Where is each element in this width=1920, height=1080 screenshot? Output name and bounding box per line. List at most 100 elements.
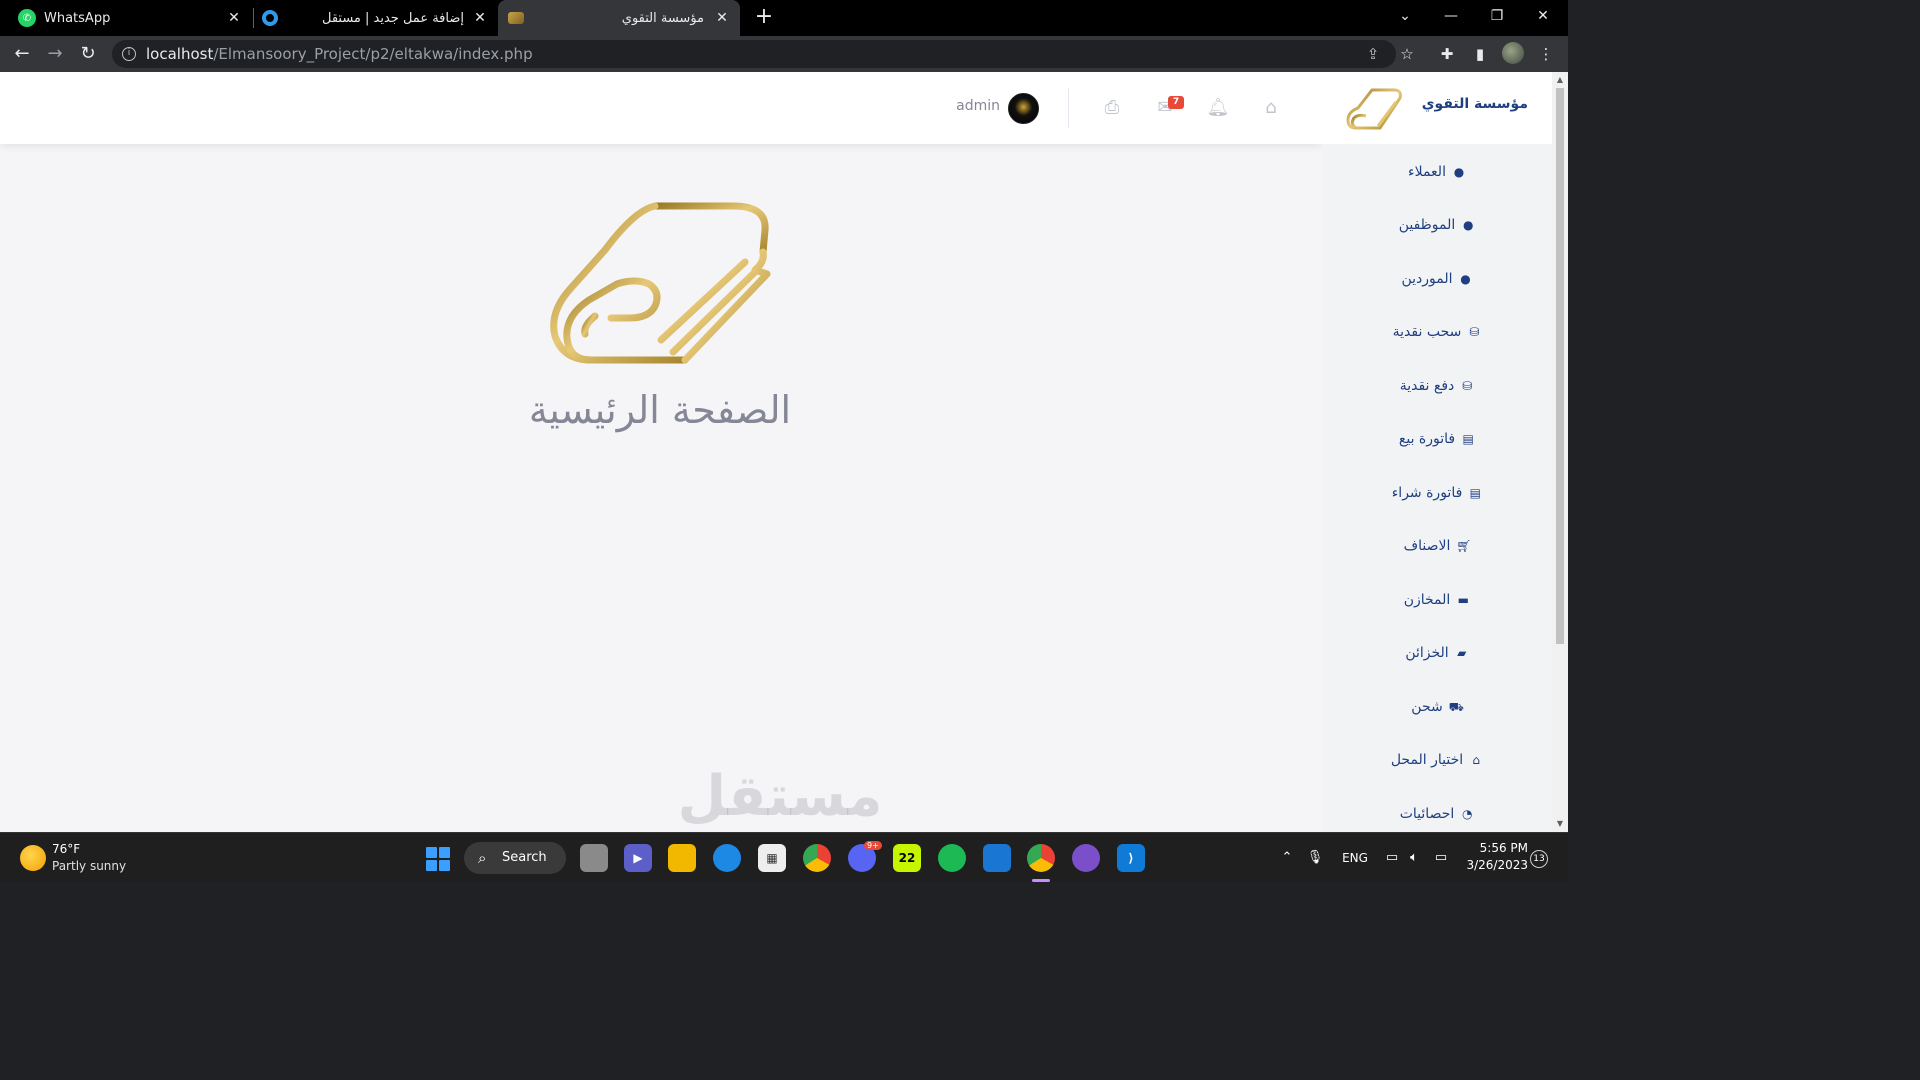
sidebar-item-shipping[interactable]: شحن ⛟ bbox=[1322, 693, 1552, 721]
close-tab-icon[interactable]: ✕ bbox=[712, 10, 732, 26]
sidebar-item-label: دفع نقدية bbox=[1399, 378, 1455, 394]
user-avatar[interactable] bbox=[1008, 93, 1039, 124]
sidebar-item-label: شحن bbox=[1411, 699, 1443, 715]
coins-icon: ⛁ bbox=[1469, 325, 1480, 339]
tab-mostaql[interactable]: إضافة عمل جديد | مستقل ✕ bbox=[256, 0, 496, 36]
browser-toolbar: ← → ↻ i localhost/Elmansoory_Project/p2/… bbox=[0, 36, 1568, 72]
tab-title: WhatsApp bbox=[44, 10, 111, 26]
url-host: localhost bbox=[146, 45, 214, 63]
print-icon[interactable]: ⎙ bbox=[1100, 96, 1124, 120]
wallet-icon: ▰ bbox=[1457, 646, 1467, 660]
chrome-icon[interactable] bbox=[803, 844, 831, 872]
chrome-active-icon[interactable] bbox=[1027, 844, 1055, 872]
tab-separator bbox=[253, 8, 254, 28]
taskbar-search-button[interactable]: ⌕ Search bbox=[464, 842, 566, 874]
volume-icon[interactable]: 🔈︎ bbox=[1404, 833, 1424, 883]
sidebar-item-statistics[interactable]: احصائيات ◔ bbox=[1322, 800, 1552, 828]
sidebar-item-label: الاصناف bbox=[1403, 538, 1451, 554]
coins-icon: ⛁ bbox=[1462, 379, 1473, 393]
minimize-button[interactable]: — bbox=[1428, 0, 1474, 32]
site-info-icon[interactable]: i bbox=[122, 47, 136, 61]
scroll-up-icon[interactable]: ▲ bbox=[1552, 72, 1568, 88]
bell-icon[interactable]: 🔔︎ bbox=[1206, 96, 1230, 120]
battery-icon[interactable]: ▭ bbox=[1430, 833, 1452, 883]
mostaql-icon bbox=[262, 10, 278, 26]
shipping-icon: ⛟ bbox=[1448, 700, 1464, 714]
sidebar-item-label: احصائيات bbox=[1399, 806, 1455, 822]
extensions-icon[interactable]: ✚ bbox=[1433, 40, 1461, 68]
address-bar[interactable]: i localhost/Elmansoory_Project/p2/eltakw… bbox=[112, 40, 1396, 68]
sidebar-item-products[interactable]: الاصناف 🛒︎ bbox=[1322, 532, 1552, 560]
invoice-icon: ▤ bbox=[1469, 486, 1481, 500]
task-view-icon[interactable] bbox=[580, 844, 608, 872]
home-icon[interactable]: ⌂ bbox=[1259, 96, 1283, 120]
sidebar-item-safes[interactable]: الخزائن ▰ bbox=[1322, 639, 1552, 667]
start-windows-icon[interactable] bbox=[426, 847, 450, 871]
profile-avatar[interactable] bbox=[1502, 42, 1524, 64]
microphone-icon[interactable]: 🎙︎ bbox=[1304, 833, 1326, 883]
clock-time[interactable]: 5:56 PM bbox=[1462, 841, 1528, 855]
menu-icon[interactable]: ⋮ bbox=[1532, 40, 1560, 68]
meet-icon[interactable]: ▶ bbox=[624, 844, 652, 872]
weather-temperature: 76°F bbox=[52, 842, 81, 856]
discord-badge: 9+ bbox=[864, 841, 882, 850]
restore-button[interactable]: ❐ bbox=[1474, 0, 1520, 32]
tab-active-site[interactable]: مؤسسة التقوي ✕ bbox=[498, 0, 740, 36]
sidebar-item-select-shop[interactable]: اختيار المحل ⌂ bbox=[1322, 746, 1552, 774]
close-tab-icon[interactable]: ✕ bbox=[470, 10, 490, 26]
app-blue-icon[interactable] bbox=[983, 844, 1011, 872]
file-explorer-icon[interactable] bbox=[668, 844, 696, 872]
show-hidden-icons-chevron-icon[interactable]: ⌃ bbox=[1276, 833, 1298, 883]
invoice-icon: ▤ bbox=[1462, 432, 1474, 446]
app-22-icon[interactable]: 22 bbox=[893, 844, 921, 872]
brand-name: مؤسسة التقوي bbox=[1421, 96, 1528, 112]
sidebar-item-cash-payment[interactable]: دفع نقدية ⛁ bbox=[1322, 372, 1552, 400]
sidebar-item-employees[interactable]: الموظفين ● bbox=[1322, 211, 1552, 239]
page-title: الصفحة الرئيسية bbox=[528, 388, 792, 432]
tab-title: مؤسسة التقوي bbox=[621, 10, 704, 26]
store-icon[interactable]: ▦ bbox=[758, 844, 786, 872]
sidebar: مؤسسة التقوي العملاء ● الموظفين ● المورد… bbox=[1322, 72, 1552, 832]
spotify-icon[interactable] bbox=[938, 844, 966, 872]
side-panel-icon[interactable]: ▮ bbox=[1466, 40, 1494, 68]
share-icon[interactable]: ⇪ bbox=[1360, 40, 1386, 68]
reload-button[interactable]: ↻ bbox=[74, 40, 102, 68]
tab-whatsapp[interactable]: ✆ WhatsApp ✕ bbox=[10, 0, 250, 36]
sidebar-item-label: الموردين bbox=[1401, 271, 1453, 287]
page-viewport: ⌂ 🔔︎ ✉ 7 ⎙ admin الصفحة الرئيسية مستقل م… bbox=[0, 72, 1552, 832]
sidebar-item-purchase-invoice[interactable]: فاتورة شراء ▤ bbox=[1322, 479, 1552, 507]
forward-button[interactable]: → bbox=[41, 40, 69, 68]
clock-date[interactable]: 3/26/2023 bbox=[1462, 858, 1528, 872]
edge-icon[interactable] bbox=[713, 844, 741, 872]
sidebar-item-label: اختيار المحل bbox=[1390, 752, 1464, 768]
notification-center-badge[interactable]: 13 bbox=[1530, 850, 1548, 868]
tab-search-icon[interactable]: ⌄ bbox=[1382, 0, 1428, 32]
network-icon[interactable]: ▭ bbox=[1382, 833, 1402, 883]
new-tab-button[interactable]: + bbox=[752, 4, 776, 30]
scroll-down-icon[interactable]: ▼ bbox=[1552, 816, 1568, 832]
close-window-button[interactable]: ✕ bbox=[1520, 0, 1566, 32]
tab-title: إضافة عمل جديد | مستقل bbox=[321, 10, 464, 26]
sidebar-item-label: العملاء bbox=[1408, 164, 1446, 180]
close-tab-icon[interactable]: ✕ bbox=[224, 10, 244, 26]
site-logo-icon bbox=[508, 12, 524, 24]
back-button[interactable]: ← bbox=[8, 40, 36, 68]
user-icon: ● bbox=[1463, 218, 1474, 232]
bookmark-star-icon[interactable]: ☆ bbox=[1393, 40, 1421, 68]
scrollbar-thumb[interactable] bbox=[1552, 88, 1568, 644]
sidebar-item-label: الخزائن bbox=[1405, 645, 1449, 661]
sidebar-item-sales-invoice[interactable]: فاتورة بيع ▤ bbox=[1322, 425, 1552, 453]
gauge-icon: ◔ bbox=[1462, 807, 1473, 821]
github-desktop-icon[interactable] bbox=[1072, 844, 1100, 872]
sidebar-brand[interactable]: مؤسسة التقوي bbox=[1322, 72, 1552, 144]
username-label[interactable]: admin bbox=[940, 98, 1000, 114]
sidebar-item-warehouses[interactable]: المخازن ▬ bbox=[1322, 586, 1552, 614]
vscode-icon[interactable]: ⟩ bbox=[1117, 844, 1145, 872]
mostaql-watermark: مستقل bbox=[677, 764, 883, 829]
sidebar-item-suppliers[interactable]: الموردين ● bbox=[1322, 265, 1552, 293]
sidebar-item-cash-withdraw[interactable]: سحب نقدية ⛁ bbox=[1322, 318, 1552, 346]
sidebar-item-customers[interactable]: العملاء ● bbox=[1322, 158, 1552, 186]
language-indicator[interactable]: ENG bbox=[1336, 833, 1374, 883]
user-icon: ● bbox=[1453, 165, 1465, 179]
weather-sun-icon[interactable] bbox=[20, 845, 46, 871]
